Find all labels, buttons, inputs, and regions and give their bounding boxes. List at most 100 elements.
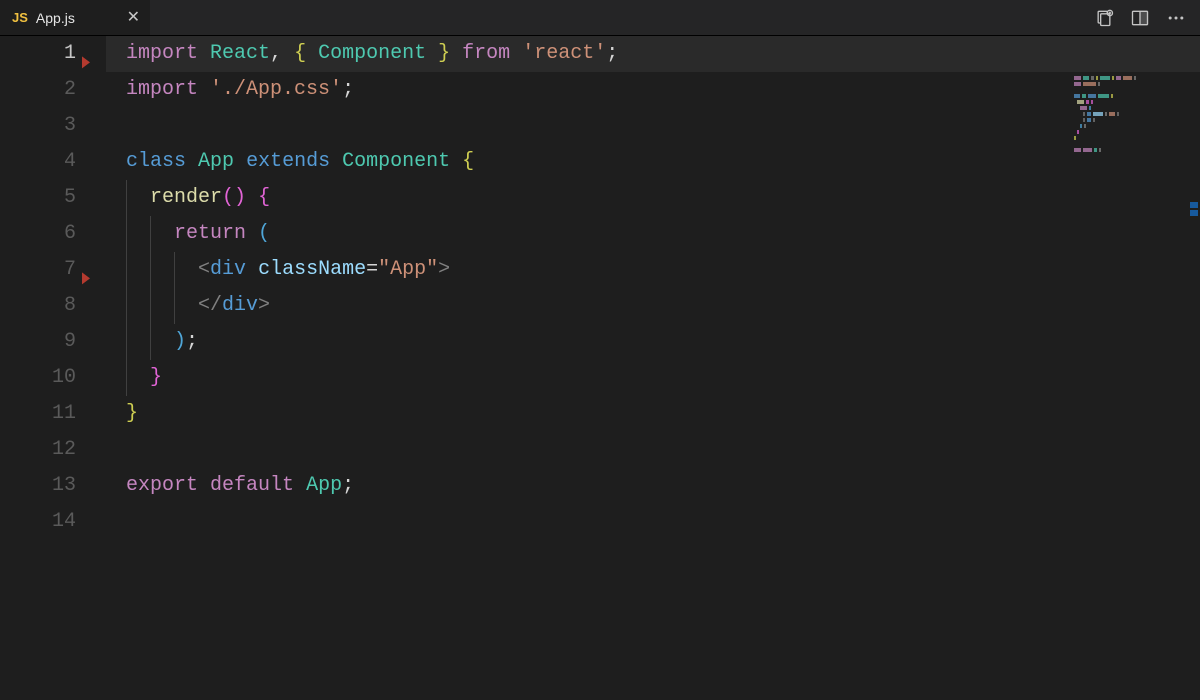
js-file-icon: JS	[12, 10, 28, 25]
token-def	[186, 150, 198, 173]
token-kw: export	[126, 474, 198, 497]
token-cls: React	[210, 42, 270, 65]
line-number[interactable]: 12	[0, 432, 76, 468]
code-line[interactable]: render() {	[126, 180, 1200, 216]
token-kw: import	[126, 42, 198, 65]
indent-guide	[150, 252, 151, 288]
token-st: class	[126, 150, 186, 173]
token-def	[198, 78, 210, 101]
token-pn: >	[258, 294, 270, 317]
token-str: 'react'	[522, 42, 606, 65]
token-cls: Component	[318, 42, 426, 65]
indent-guide	[126, 216, 127, 252]
line-number[interactable]: 1	[0, 36, 76, 72]
code-line[interactable]: class App extends Component {	[126, 144, 1200, 180]
line-number[interactable]: 13	[0, 468, 76, 504]
token-cls: Component	[342, 150, 450, 173]
line-number[interactable]: 10	[0, 360, 76, 396]
indent-guide	[150, 324, 151, 360]
token-kw: import	[126, 78, 198, 101]
more-icon[interactable]	[1166, 8, 1186, 28]
line-number[interactable]: 8	[0, 288, 76, 324]
code-editor[interactable]: 1234567891011121314 import React, { Comp…	[0, 36, 1200, 700]
split-editor-icon[interactable]	[1130, 8, 1150, 28]
token-kw: default	[210, 474, 294, 497]
open-changes-icon[interactable]	[1094, 8, 1114, 28]
indent-guide	[126, 324, 127, 360]
line-number[interactable]: 2	[0, 72, 76, 108]
line-number-gutter[interactable]: 1234567891011121314	[0, 36, 106, 700]
token-pn: </	[198, 294, 222, 317]
breakpoint-marker-icon[interactable]	[82, 272, 90, 284]
indent-guide	[126, 288, 127, 324]
token-br2: ()	[222, 186, 246, 209]
tab-app-js[interactable]: JS App.js ✕	[0, 0, 150, 35]
token-pn: <	[198, 258, 210, 281]
line-number[interactable]: 11	[0, 396, 76, 432]
code-line[interactable]: import './App.css';	[126, 72, 1200, 108]
token-def	[246, 186, 258, 209]
breakpoint-marker-icon[interactable]	[82, 56, 90, 68]
tab-actions	[1080, 0, 1200, 35]
overview-ruler[interactable]	[1188, 72, 1200, 700]
token-br3: (	[258, 222, 270, 245]
code-line[interactable]: <div className="App">	[126, 252, 1200, 288]
token-def: ;	[186, 330, 198, 353]
tab-close-icon[interactable]: ✕	[127, 10, 140, 26]
token-def	[510, 42, 522, 65]
indent-guide	[150, 216, 151, 252]
line-number[interactable]: 3	[0, 108, 76, 144]
line-number[interactable]: 7	[0, 252, 76, 288]
token-def	[306, 42, 318, 65]
token-def	[234, 150, 246, 173]
token-def: ;	[342, 474, 354, 497]
token-str: './App.css'	[210, 78, 342, 101]
token-def	[294, 474, 306, 497]
code-line[interactable]	[126, 108, 1200, 144]
token-def: ;	[606, 42, 618, 65]
token-pn: >	[438, 258, 450, 281]
indent-guide	[150, 288, 151, 324]
token-def	[450, 42, 462, 65]
code-line[interactable]: }	[126, 360, 1200, 396]
token-st: extends	[246, 150, 330, 173]
indent-guide	[126, 180, 127, 216]
code-line[interactable]: </div>	[126, 288, 1200, 324]
token-attr: className	[258, 258, 366, 281]
code-line[interactable]: );	[126, 324, 1200, 360]
token-def: ,	[270, 42, 294, 65]
code-line[interactable]: export default App;	[126, 468, 1200, 504]
indent-guide	[126, 252, 127, 288]
line-number[interactable]: 5	[0, 180, 76, 216]
indent-guide	[174, 252, 175, 288]
token-def	[198, 474, 210, 497]
token-br1: }	[126, 402, 138, 425]
token-def	[246, 258, 258, 281]
tab-bar-spacer	[150, 0, 1080, 35]
token-br3: )	[174, 330, 186, 353]
code-line[interactable]: }	[126, 396, 1200, 432]
code-area[interactable]: import React, { Component } from 'react'…	[106, 36, 1200, 700]
token-st: div	[222, 294, 258, 317]
token-def	[198, 42, 210, 65]
token-br1: {	[294, 42, 306, 65]
token-br1: }	[438, 42, 450, 65]
indent-guide	[174, 288, 175, 324]
token-cls: App	[198, 150, 234, 173]
indent-guide	[126, 360, 127, 396]
token-kw: from	[462, 42, 510, 65]
code-line[interactable]	[126, 432, 1200, 468]
token-br1: {	[462, 150, 474, 173]
code-line[interactable]: import React, { Component } from 'react'…	[126, 36, 1200, 72]
token-def	[450, 150, 462, 173]
line-number[interactable]: 4	[0, 144, 76, 180]
token-st: div	[210, 258, 246, 281]
code-line[interactable]: return (	[126, 216, 1200, 252]
line-number[interactable]: 14	[0, 504, 76, 540]
line-number[interactable]: 6	[0, 216, 76, 252]
token-str: "App"	[378, 258, 438, 281]
tab-bar: JS App.js ✕	[0, 0, 1200, 36]
line-number[interactable]: 9	[0, 324, 76, 360]
token-fn: render	[150, 186, 222, 209]
code-line[interactable]	[126, 504, 1200, 540]
